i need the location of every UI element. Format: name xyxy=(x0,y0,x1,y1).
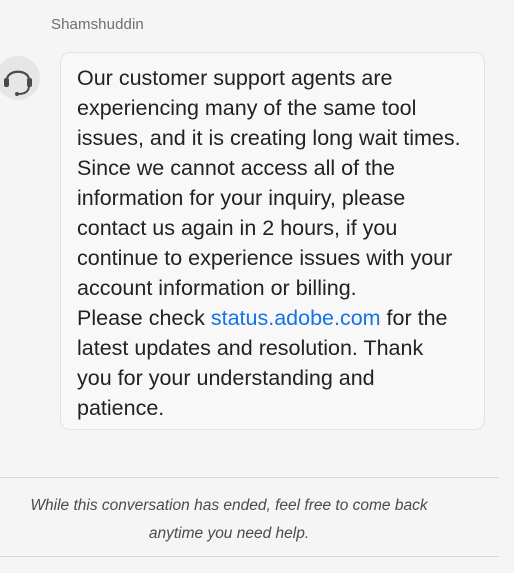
divider xyxy=(0,477,499,478)
message-line: you for your understanding and xyxy=(77,366,375,390)
conversation-ended-notice: While this conversation has ended, feel … xyxy=(0,492,458,548)
message-line: Since we cannot access all of the xyxy=(77,156,395,180)
agent-message-bubble: Our customer support agents are experien… xyxy=(60,52,485,430)
message-line: information for your inquiry, please xyxy=(77,186,406,210)
ended-notice-line: While this conversation has ended, feel … xyxy=(30,497,428,514)
headset-agent-icon xyxy=(0,56,40,100)
agent-name: Shamshuddin xyxy=(51,16,144,33)
message-line: continue to experience issues with your xyxy=(77,246,453,270)
chat-transcript: Shamshuddin Our customer support agents … xyxy=(0,0,514,573)
check-suffix-text: for the xyxy=(380,306,448,330)
message-line: experiencing many of the same tool xyxy=(77,96,417,120)
ended-notice-line: anytime you need help. xyxy=(148,525,310,542)
message-line-with-link: Please check status.adobe.com for the xyxy=(77,303,477,333)
divider xyxy=(0,556,499,557)
message-line: account information or billing. xyxy=(77,276,357,300)
message-line: contact us again in 2 hours, if you xyxy=(77,216,398,240)
check-prefix-text: Please check xyxy=(77,306,211,330)
message-line: latest updates and resolution. Thank xyxy=(77,336,424,360)
status-page-link[interactable]: status.adobe.com xyxy=(211,306,381,330)
agent-message-text: Our customer support agents are experien… xyxy=(77,63,477,423)
message-line: issues, and it is creating long wait tim… xyxy=(77,126,461,150)
message-line: patience. xyxy=(77,396,165,420)
message-line: Our customer support agents are xyxy=(77,66,393,90)
